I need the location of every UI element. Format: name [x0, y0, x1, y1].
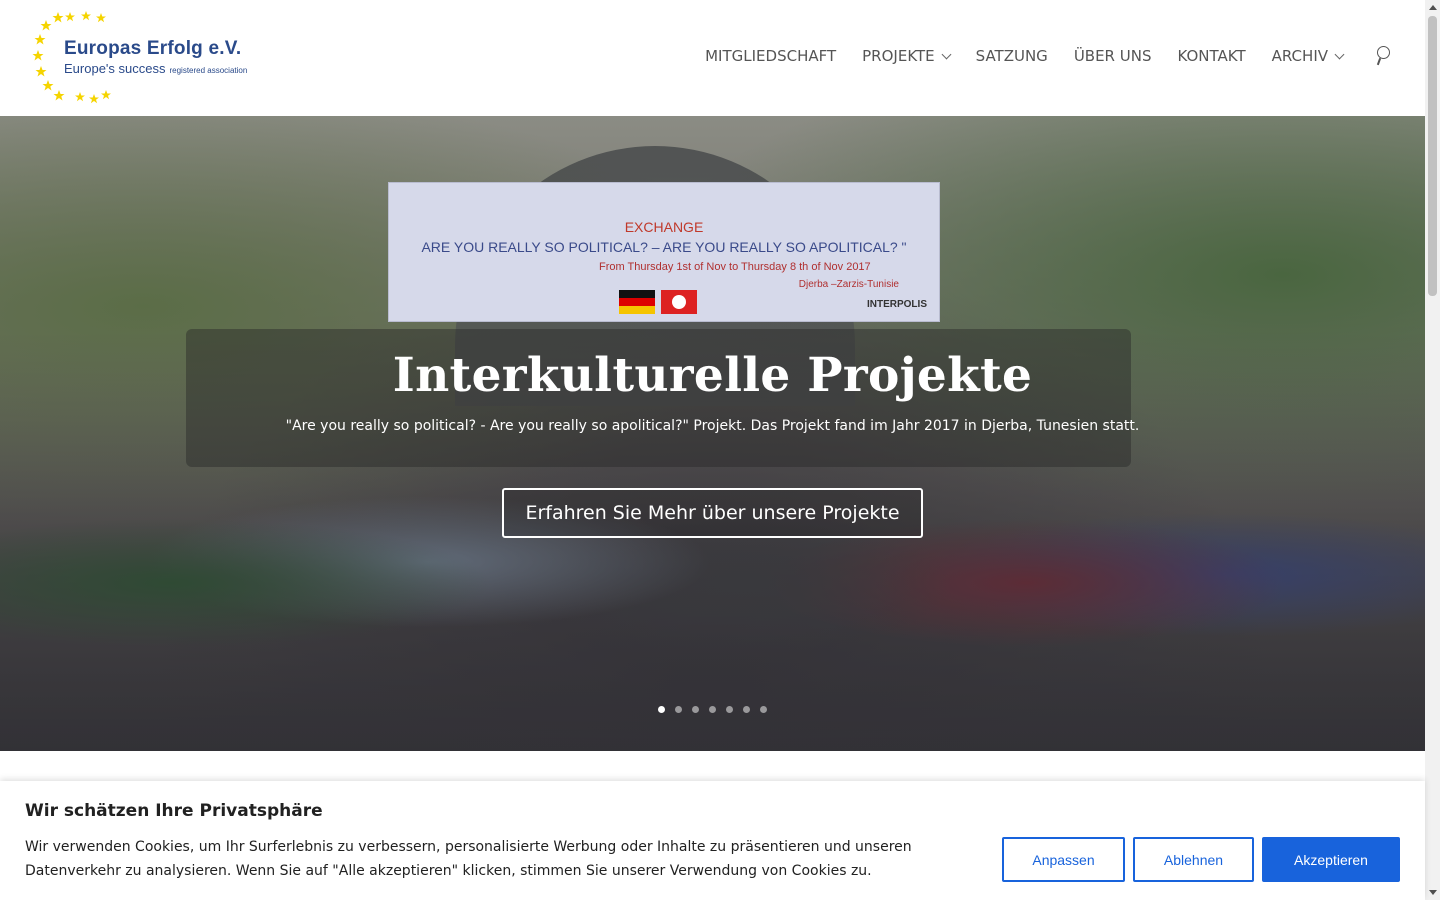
slider-dot[interactable] — [709, 706, 716, 713]
cookie-consent-banner: Wir schätzen Ihre Privatsphäre Wir verwe… — [0, 781, 1425, 900]
scroll-thumb[interactable] — [1428, 16, 1437, 296]
nav-item-mitgliedschaft[interactable]: MITGLIEDSCHAFT — [705, 47, 836, 65]
nav-item-label: ÜBER UNS — [1073, 47, 1152, 65]
page-scrollbar[interactable] — [1425, 0, 1440, 900]
slider-pagination — [658, 706, 777, 713]
site-header: Europas Erfolg e.V. Europe's success regi… — [0, 0, 1425, 116]
nav-item-label: KONTAKT — [1177, 47, 1246, 65]
learn-more-button[interactable]: Erfahren Sie Mehr über unsere Projekte — [502, 488, 923, 538]
reject-button[interactable]: Ablehnen — [1133, 837, 1254, 882]
banner-line2: From Thursday 1st of Nov to Thursday 8 t… — [599, 261, 871, 273]
site-logo[interactable]: Europas Erfolg e.V. Europe's success regi… — [30, 8, 270, 108]
accept-button[interactable]: Akzeptieren — [1262, 837, 1400, 882]
nav-item-label: PROJEKTE — [862, 47, 935, 65]
german-flag-icon — [619, 290, 655, 314]
slider-dot[interactable] — [760, 706, 767, 713]
nav-item-ueber-uns[interactable]: ÜBER UNS — [1074, 47, 1152, 65]
hero-slider: EXCHANGE ARE YOU REALLY SO POLITICAL? – … — [0, 116, 1425, 751]
logo-title: Europas Erfolg e.V. — [64, 38, 242, 59]
slider-dot[interactable] — [726, 706, 733, 713]
hero-title: Interkulturelle Projekte — [392, 348, 1033, 403]
logo-subtitle-small: registered association — [169, 66, 248, 75]
logo-subtitle-main: Europe's success — [64, 61, 166, 76]
cookie-title: Wir schätzen Ihre Privatsphäre — [25, 801, 323, 821]
eu-stars-top-icon — [65, 11, 106, 23]
tunisian-flag-icon — [661, 290, 697, 314]
banner-interpolis: INTERPOLIS — [866, 299, 927, 310]
banner-line3: Djerba –Zarzis-Tunisie — [798, 279, 899, 290]
scroll-up-arrow-icon[interactable] — [1429, 5, 1437, 10]
logo-subtitle: Europe's success registered association — [64, 61, 247, 76]
slider-dot[interactable] — [743, 706, 750, 713]
nav-item-satzung[interactable]: SATZUNG — [976, 47, 1048, 65]
eu-stars-bottom-icon — [75, 90, 111, 104]
chevron-down-icon — [1334, 49, 1345, 59]
main-nav: MITGLIEDSCHAFT PROJEKTE SATZUNG ÜBER UNS… — [679, 45, 1393, 67]
nav-item-projekte[interactable]: PROJEKTE — [862, 47, 952, 65]
customize-button[interactable]: Anpassen — [1002, 837, 1125, 882]
slider-dot[interactable] — [692, 706, 699, 713]
chevron-down-icon — [941, 49, 952, 59]
slider-dot[interactable] — [675, 706, 682, 713]
hero-subtitle: "Are you really so political? - Are you … — [285, 418, 1140, 434]
banner-exchange-text: EXCHANGE — [624, 219, 704, 235]
banner-line1: ARE YOU REALLY SO POLITICAL? – ARE YOU R… — [421, 239, 907, 255]
slider-dot[interactable] — [658, 706, 665, 713]
nav-item-label: MITGLIEDSCHAFT — [705, 47, 837, 65]
nav-item-label: ARCHIV — [1271, 47, 1328, 65]
scroll-down-arrow-icon[interactable] — [1429, 890, 1437, 895]
nav-item-kontakt[interactable]: KONTAKT — [1177, 47, 1245, 65]
nav-item-archiv[interactable]: ARCHIV — [1271, 47, 1345, 65]
nav-item-label: SATZUNG — [975, 47, 1048, 65]
hero-photo-banner: EXCHANGE ARE YOU REALLY SO POLITICAL? – … — [388, 182, 940, 322]
cookie-text: Wir verwenden Cookies, um Ihr Surferlebn… — [25, 839, 912, 879]
search-icon[interactable] — [1375, 45, 1393, 67]
